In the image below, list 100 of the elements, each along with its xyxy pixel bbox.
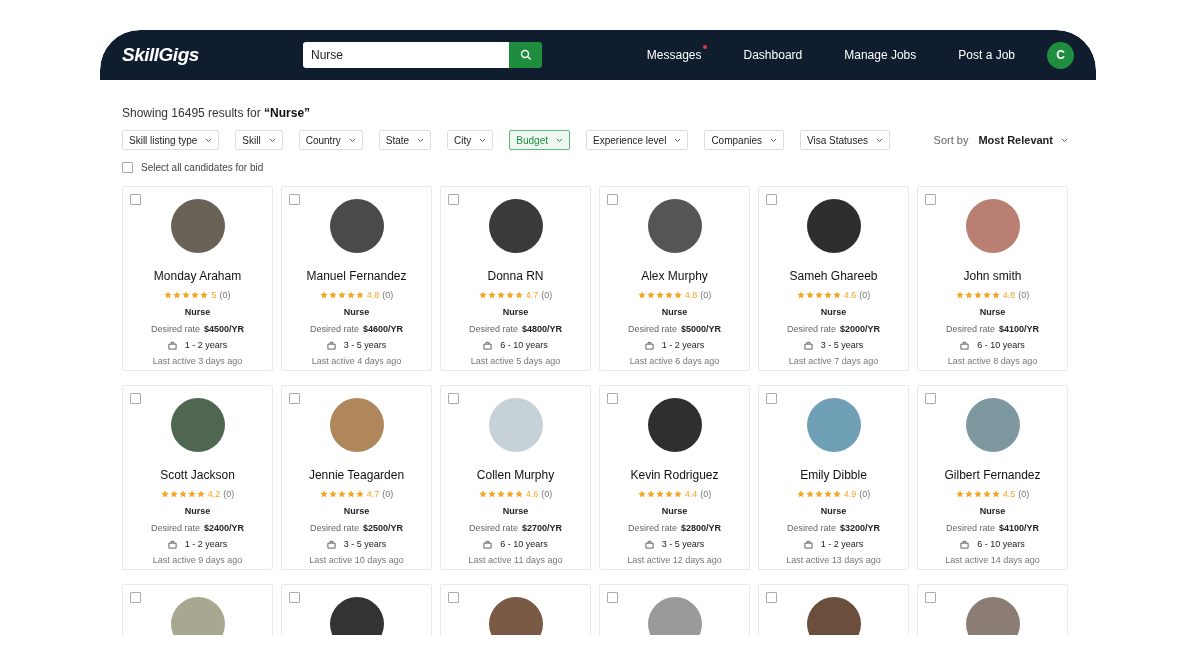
- filter-dropdown[interactable]: State: [378, 130, 432, 150]
- candidate-role: Nurse: [979, 307, 1006, 317]
- search-button[interactable]: [509, 42, 542, 68]
- card-checkbox[interactable]: [448, 592, 459, 603]
- experience-text: 6 - 10 years: [500, 340, 548, 350]
- candidate-role: Nurse: [502, 506, 529, 516]
- card-checkbox[interactable]: [130, 393, 141, 404]
- experience-text: 6 - 10 years: [977, 539, 1025, 549]
- card-checkbox[interactable]: [289, 592, 300, 603]
- candidate-name: Emily Dibble: [800, 468, 867, 482]
- filter-dropdown[interactable]: Country: [298, 130, 363, 150]
- card-checkbox[interactable]: [289, 393, 300, 404]
- user-avatar[interactable]: C: [1047, 41, 1074, 69]
- candidate-card[interactable]: Manuel Fernandez 4.8 (0) Nurse Desired rate $4600/YR 3 - 5 years Last active 4 days ago: [281, 186, 432, 371]
- candidate-card[interactable]: Sameh Ghareeb 4.6 (0) Nurse Desired rate $2000/YR 3 - 5 years Last active 7 days ago: [758, 186, 909, 371]
- card-checkbox[interactable]: [448, 393, 459, 404]
- experience-text: 3 - 5 years: [343, 340, 387, 350]
- nav-link[interactable]: Messages: [646, 48, 702, 62]
- experience-text: 3 - 5 years: [343, 539, 387, 549]
- logo[interactable]: SkillGigs: [122, 44, 303, 66]
- candidate-card[interactable]: Scott Jackson 4.2 (0) Nurse Desired rate $2400/YR 1 - 2 years Last active 9 days ago: [122, 385, 273, 570]
- rating-value: 4.8: [366, 290, 380, 300]
- avatar-photo: [806, 199, 861, 253]
- briefcase-icon: [483, 539, 493, 549]
- filter-dropdown[interactable]: Visa Statuses: [800, 130, 890, 150]
- card-checkbox[interactable]: [607, 194, 618, 205]
- rate-label: Desired rate: [786, 324, 836, 334]
- experience-text: 1 - 2 years: [184, 340, 228, 350]
- search-field[interactable]: Nurse: [303, 42, 509, 68]
- candidate-name: John smith: [963, 269, 1022, 283]
- rating-value: 4.4: [684, 489, 698, 499]
- card-checkbox[interactable]: [607, 393, 618, 404]
- candidate-card[interactable]: Jennie Teagarden 4.7 (0) Nurse Desired rate $2500/YR 3 - 5 years Last active 10 days ago: [281, 385, 432, 570]
- last-active-text: Last active 11 days ago: [468, 555, 563, 565]
- briefcase-icon: [167, 340, 177, 350]
- avatar-photo: [647, 199, 702, 253]
- experience-text: 6 - 10 years: [500, 539, 548, 549]
- last-active-text: Last active 5 days ago: [470, 356, 561, 366]
- rating-value: 4.8: [684, 290, 698, 300]
- last-active-text: Last active 8 days ago: [947, 356, 1038, 366]
- rate-value: $2700/YR: [522, 523, 563, 533]
- candidate-role: Nurse: [661, 307, 688, 317]
- candidate-name: Sameh Ghareeb: [789, 269, 878, 283]
- card-checkbox[interactable]: [766, 393, 777, 404]
- candidate-role: Nurse: [184, 307, 211, 317]
- card-checkbox[interactable]: [925, 393, 936, 404]
- filter-dropdown[interactable]: Skill: [235, 130, 283, 150]
- chevron-down-icon: [348, 137, 356, 143]
- card-checkbox[interactable]: [289, 194, 300, 205]
- candidate-card[interactable]: Monday Araham 5 (0) Nurse Desired rate $4500/YR 1 - 2 years Last active 3 days ago: [122, 186, 273, 371]
- card-checkbox[interactable]: [130, 194, 141, 205]
- filter-dropdown[interactable]: City: [447, 130, 494, 150]
- rate-value: $2500/YR: [363, 523, 404, 533]
- candidate-name: Kevin Rodriguez: [630, 468, 719, 482]
- nav-link[interactable]: Post a Job: [958, 48, 1015, 62]
- candidate-card[interactable]: Collen Murphy 4.6 (0) Nurse Desired rate $2700/YR 6 - 10 years Last active 11 days ago: [440, 385, 591, 570]
- candidate-card[interactable]: Gilbert Fernandez 4.5 (0) Nurse Desired rate $4100/YR 6 - 10 years Last active 14 days ago: [917, 385, 1068, 570]
- filter-dropdown[interactable]: Experience level: [586, 130, 689, 150]
- card-checkbox[interactable]: [925, 194, 936, 205]
- candidate-role: Nurse: [343, 506, 370, 516]
- card-checkbox[interactable]: [766, 194, 777, 205]
- card-checkbox[interactable]: [130, 592, 141, 603]
- candidate-card[interactable]: John smith 4.8 (0) Nurse Desired rate $4100/YR 6 - 10 years Last active 8 days ago: [917, 186, 1068, 371]
- candidate-card[interactable]: Kevin Rodriguez 4.4 (0) Nurse Desired rate $2800/YR 3 - 5 years Last active 12 days ago: [599, 385, 750, 570]
- rate-value: $5000/YR: [681, 324, 722, 334]
- sort-label: Sort by: [933, 134, 969, 146]
- filter-dropdown[interactable]: Skill listing type: [122, 130, 220, 150]
- candidate-role: Nurse: [343, 307, 370, 317]
- rate-value: $4500/YR: [204, 324, 245, 334]
- last-active-text: Last active 10 days ago: [309, 555, 404, 565]
- sort-dropdown[interactable]: Most Relevant: [978, 134, 1068, 146]
- avatar-photo: [806, 597, 861, 635]
- avatar-photo: [965, 597, 1020, 635]
- experience-text: 3 - 5 years: [820, 340, 864, 350]
- nav-link[interactable]: Manage Jobs: [844, 48, 917, 62]
- nav-link[interactable]: Dashboard: [743, 48, 803, 62]
- card-checkbox[interactable]: [448, 194, 459, 205]
- avatar-photo: [647, 597, 702, 635]
- candidate-name: Monday Araham: [153, 269, 242, 283]
- candidate-card[interactable]: Donna RN 4.7 (0) Nurse Desired rate $4800/YR 6 - 10 years Last active 5 days ago: [440, 186, 591, 371]
- filter-dropdown[interactable]: Companies: [704, 130, 784, 150]
- chevron-down-icon: [875, 137, 883, 143]
- rate-value: $2800/YR: [681, 523, 722, 533]
- candidate-card[interactable]: Emily Dibble 4.9 (0) Nurse Desired rate $3200/YR 1 - 2 years Last active 13 days ago: [758, 385, 909, 570]
- card-checkbox[interactable]: [607, 592, 618, 603]
- select-all-checkbox[interactable]: [122, 162, 133, 173]
- candidate-name: Manuel Fernandez: [306, 269, 407, 283]
- rating-value: 4.6: [843, 290, 857, 300]
- chevron-down-icon: [1061, 137, 1068, 143]
- last-active-text: Last active 9 days ago: [152, 555, 243, 565]
- filter-dropdown[interactable]: Budget: [509, 130, 570, 150]
- review-count: (0): [541, 290, 553, 300]
- chevron-down-icon: [770, 137, 777, 143]
- avatar-photo: [488, 199, 543, 253]
- card-checkbox[interactable]: [766, 592, 777, 603]
- candidate-card[interactable]: Alex Murphy 4.8 (0) Nurse Desired rate $5000/YR 1 - 2 years Last active 6 days ago: [599, 186, 750, 371]
- rate-label: Desired rate: [468, 523, 518, 533]
- briefcase-icon: [644, 340, 654, 350]
- card-checkbox[interactable]: [925, 592, 936, 603]
- chevron-down-icon: [268, 137, 276, 143]
